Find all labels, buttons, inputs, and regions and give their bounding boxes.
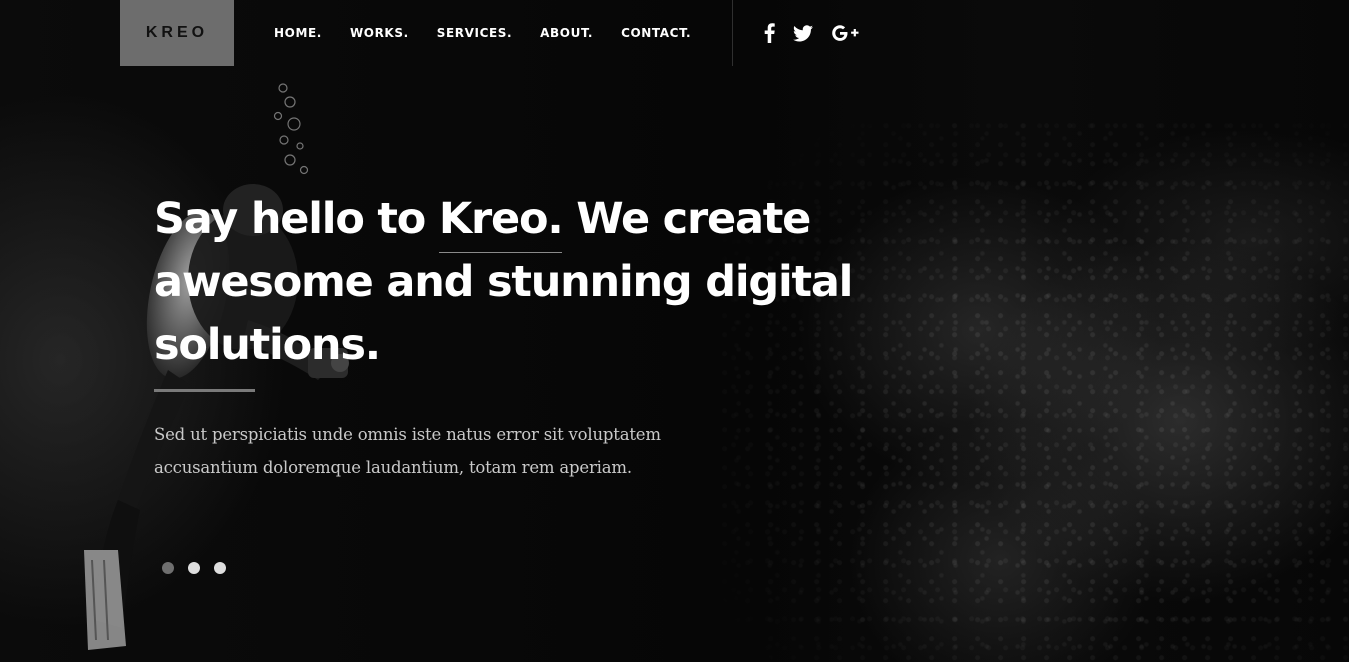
facebook-link[interactable] <box>764 21 775 45</box>
google-plus-link[interactable] <box>831 21 859 45</box>
slider-dot-2[interactable] <box>188 562 200 574</box>
nav-services[interactable]: SERVICES. <box>437 26 512 40</box>
hero-subtext: Sed ut perspiciatis unde omnis iste natu… <box>154 425 661 477</box>
main-nav: HOME. WORKS. SERVICES. ABOUT. CONTACT. <box>274 0 719 66</box>
nav-contact[interactable]: CONTACT. <box>621 26 691 40</box>
site-header: KREO HOME. WORKS. SERVICES. ABOUT. CONTA… <box>0 0 1349 66</box>
hero-heading: Say hello to Kreo. We create awesome and… <box>154 188 874 377</box>
hero-divider <box>154 389 255 392</box>
nav-home[interactable]: HOME. <box>274 26 322 40</box>
slider-dot-3[interactable] <box>214 562 226 574</box>
hero-heading-brand: Kreo. <box>438 188 564 253</box>
twitter-link[interactable] <box>793 21 813 45</box>
hero-content: Say hello to Kreo. We create awesome and… <box>154 188 874 484</box>
nav-works[interactable]: WORKS. <box>350 26 409 40</box>
slider-dot-1[interactable] <box>162 562 174 574</box>
google-plus-icon <box>832 25 859 41</box>
nav-divider <box>732 0 733 66</box>
twitter-icon <box>793 24 813 41</box>
social-links <box>764 0 877 66</box>
nav-about[interactable]: ABOUT. <box>540 26 593 40</box>
facebook-icon <box>764 23 775 43</box>
slider-pagination <box>162 562 240 574</box>
hero-heading-intro: Say hello to <box>154 194 439 244</box>
logo[interactable]: KREO <box>120 0 234 66</box>
